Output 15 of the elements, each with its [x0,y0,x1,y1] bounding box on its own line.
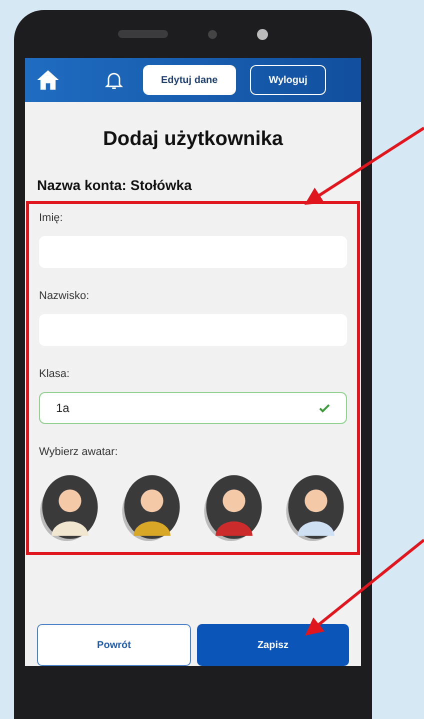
camera-dot [257,28,268,40]
save-button[interactable]: Zapisz [197,624,349,666]
field-label: Wybierz awatar: [39,446,119,458]
field-label: Nazwisko: [39,290,90,302]
back-button[interactable]: Powrót [37,624,191,666]
logout-button[interactable]: Wyloguj [250,65,326,95]
check-icon [319,404,330,412]
input-field[interactable]: 1a [39,392,347,424]
field-label: Imię: [39,212,64,224]
edit-button[interactable]: Edytuj dane [143,65,236,95]
speaker-grille [118,30,168,38]
field-label: Klasa: [39,368,71,380]
page-title: Dodaj użytkownika [102,128,284,151]
account-name: Nazwa konta: Stołówka [37,177,193,193]
camera-dot [208,30,217,38]
